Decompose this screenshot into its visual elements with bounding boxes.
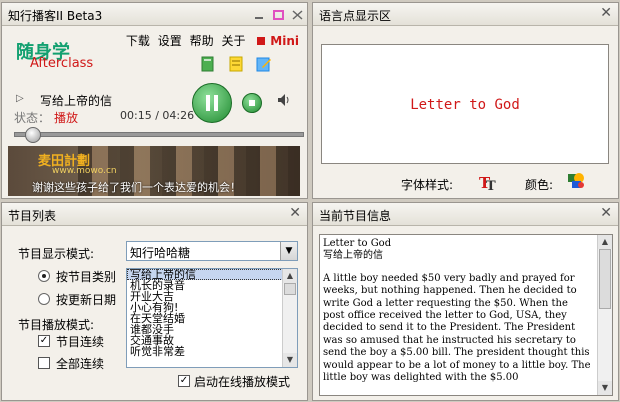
radio-by-date-label: 按更新日期	[56, 293, 117, 307]
volume-icon[interactable]	[276, 92, 292, 112]
language-body: Letter to God 字体样式: TT 颜色:	[313, 26, 618, 198]
player-body: 下载 设置 帮助 关于 Mini 随身学 Afterclass ▷ 写给上帝的信…	[2, 26, 307, 198]
info-panel: 当前节目信息 ✕ Letter to God 写给上帝的信 A little boy…	[312, 202, 619, 401]
play-indicator-icon: ▷	[16, 93, 24, 104]
window-buttons	[250, 9, 303, 23]
playlist-header: 节目列表 ✕	[2, 203, 307, 226]
playlist-body: 节目显示模式: 知行哈哈糖 ▼ 按节目类别 按更新日期 节目播放模式: ✓ 节目连…	[2, 226, 307, 400]
edit-icon[interactable]	[256, 56, 272, 72]
player-menu: 下载 设置 帮助 关于 Mini	[122, 32, 299, 49]
checkbox-continuous[interactable]: ✓	[38, 335, 50, 347]
svg-text:T: T	[486, 179, 496, 192]
playlist-panel: 节目列表 ✕ 节目显示模式: 知行哈哈糖 ▼ 按节目类别 按更新日期 节目播放模式…	[1, 202, 308, 401]
player-header: 知行播客II Beta3	[2, 3, 307, 26]
chevron-down-icon[interactable]: ▼	[280, 242, 297, 260]
pause-icon	[206, 95, 218, 111]
close-icon[interactable]: ✕	[600, 205, 612, 221]
logo-english: Afterclass	[30, 56, 94, 71]
pause-button[interactable]	[192, 83, 232, 123]
time-display: 00:15 / 04:26	[120, 109, 195, 122]
seek-bar[interactable]	[14, 127, 304, 143]
minimize-icon[interactable]	[254, 9, 265, 19]
info-text: Letter to God 写给上帝的信 A little boy needed $…	[323, 238, 591, 384]
checkbox-all-continuous-label: 全部连续	[56, 357, 105, 371]
language-text: Letter to God	[410, 97, 520, 113]
stop-button[interactable]	[242, 93, 262, 113]
checkbox-online-mode[interactable]: ✓	[178, 375, 190, 387]
close-icon[interactable]	[292, 9, 303, 20]
program-list[interactable]: 写给上帝的信 机长的录音 开业大吉 小心有狗! 在天堂结婚 谁都没手 交通事故 …	[126, 268, 298, 368]
radio-by-date[interactable]	[38, 293, 50, 305]
stop-icon	[249, 100, 255, 106]
status-line: 状态： 播放	[14, 109, 78, 126]
language-header: 语言点显示区 ✕	[313, 3, 618, 26]
seek-handle[interactable]	[25, 127, 41, 143]
language-panel: 语言点显示区 ✕ Letter to God 字体样式: TT 颜色:	[312, 2, 619, 199]
mini-mode-button[interactable]: Mini	[253, 34, 299, 48]
radio-by-category-label: 按节目类别	[56, 270, 117, 284]
list-item[interactable]: 听觉非常差	[127, 346, 297, 357]
menu-download[interactable]: 下载	[126, 34, 150, 48]
scroll-up-icon[interactable]: ▲	[283, 269, 297, 283]
language-title: 语言点显示区	[319, 9, 392, 23]
language-display: Letter to God	[321, 44, 609, 164]
color-picker-icon[interactable]	[566, 170, 586, 190]
radio-by-category[interactable]	[38, 270, 50, 282]
ad-banner[interactable]: 麦田計劃 www.mowo.cn 谢谢这些孩子给了我们一个表达爱的机会！	[8, 146, 300, 196]
info-header: 当前节目信息 ✕	[313, 203, 618, 226]
info-title: 当前节目信息	[319, 209, 392, 223]
menu-settings[interactable]: 设置	[158, 34, 182, 48]
menu-help[interactable]: 帮助	[190, 34, 214, 48]
status-label: 状态：	[14, 111, 51, 125]
player-title: 知行播客II Beta3	[8, 9, 103, 23]
scroll-up-icon[interactable]: ▲	[598, 235, 612, 249]
program-title-en: Letter to God	[323, 238, 392, 249]
program-body: A little boy needed $50 very badly and p…	[323, 272, 591, 384]
checkbox-continuous-label: 节目连续	[56, 335, 105, 349]
close-icon[interactable]: ✕	[600, 5, 612, 21]
checkbox-all-continuous[interactable]	[38, 357, 50, 369]
scroll-down-icon[interactable]: ▼	[598, 381, 612, 395]
status-value: 播放	[54, 111, 79, 125]
info-textbox[interactable]: Letter to God 写给上帝的信 A little boy needed $…	[319, 234, 613, 396]
book-icon[interactable]	[200, 56, 216, 72]
mini-mode-label: Mini	[270, 34, 299, 48]
scroll-down-icon[interactable]: ▼	[283, 353, 297, 367]
program-title-cn: 写给上帝的信	[323, 250, 383, 262]
player-panel: 知行播客II Beta3 下载 设置 帮助 关于 Mini 随身学 Afterc…	[1, 2, 308, 199]
display-mode-select[interactable]: 知行哈哈糖 ▼	[126, 241, 298, 261]
font-style-label: 字体样式:	[401, 178, 454, 192]
playlist-title: 节目列表	[8, 209, 57, 223]
font-style-icon[interactable]: TT	[478, 172, 498, 194]
info-scrollbar[interactable]: ▲ ▼	[597, 235, 612, 395]
checkbox-online-mode-label: 启动在线播放模式	[194, 375, 291, 389]
play-mode-label: 节目播放模式:	[18, 318, 95, 332]
banner-url: www.mowo.cn	[52, 166, 117, 176]
display-mode-value: 知行哈哈糖	[130, 246, 191, 260]
list-scrollbar[interactable]: ▲ ▼	[282, 269, 297, 367]
info-body: Letter to God 写给上帝的信 A little boy needed $…	[313, 226, 618, 400]
close-icon[interactable]: ✕	[289, 205, 301, 221]
note-icon[interactable]	[228, 56, 244, 72]
scroll-thumb[interactable]	[284, 283, 296, 295]
menu-about[interactable]: 关于	[221, 34, 245, 48]
scroll-thumb[interactable]	[599, 249, 611, 309]
maximize-icon[interactable]	[273, 9, 285, 20]
color-label: 颜色:	[525, 178, 554, 192]
display-mode-label: 节目显示模式:	[18, 247, 95, 261]
banner-text: 谢谢这些孩子给了我们一个表达爱的机会！	[32, 181, 241, 194]
now-playing-title: 写给上帝的信	[40, 94, 113, 108]
